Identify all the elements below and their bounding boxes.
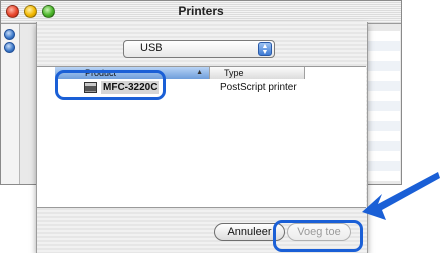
window-sidebar	[1, 24, 20, 184]
info-icon-2[interactable]	[4, 42, 15, 53]
pointer-arrow-icon	[362, 172, 440, 220]
info-icon[interactable]	[4, 29, 15, 40]
highlight-ring-product	[55, 70, 166, 100]
window-titlebar[interactable]: Printers	[1, 1, 401, 24]
connection-select[interactable]: USB ▲ ▼	[123, 40, 275, 58]
window-title: Printers	[178, 4, 224, 18]
column-header-type-label: Type	[224, 68, 244, 78]
updown-arrows-icon: ▲ ▼	[258, 42, 272, 56]
sort-ascending-icon: ▲	[196, 69, 203, 76]
add-printer-sheet: USB ▲ ▼ Product ▲ Type MFC-3220C PostScri…	[36, 22, 368, 253]
highlight-ring-add-button	[273, 220, 363, 252]
type-cell: PostScript printer	[220, 82, 297, 93]
column-header-type[interactable]: Type	[210, 67, 305, 79]
background-list	[367, 31, 400, 181]
connection-select-value: USB	[140, 42, 163, 54]
